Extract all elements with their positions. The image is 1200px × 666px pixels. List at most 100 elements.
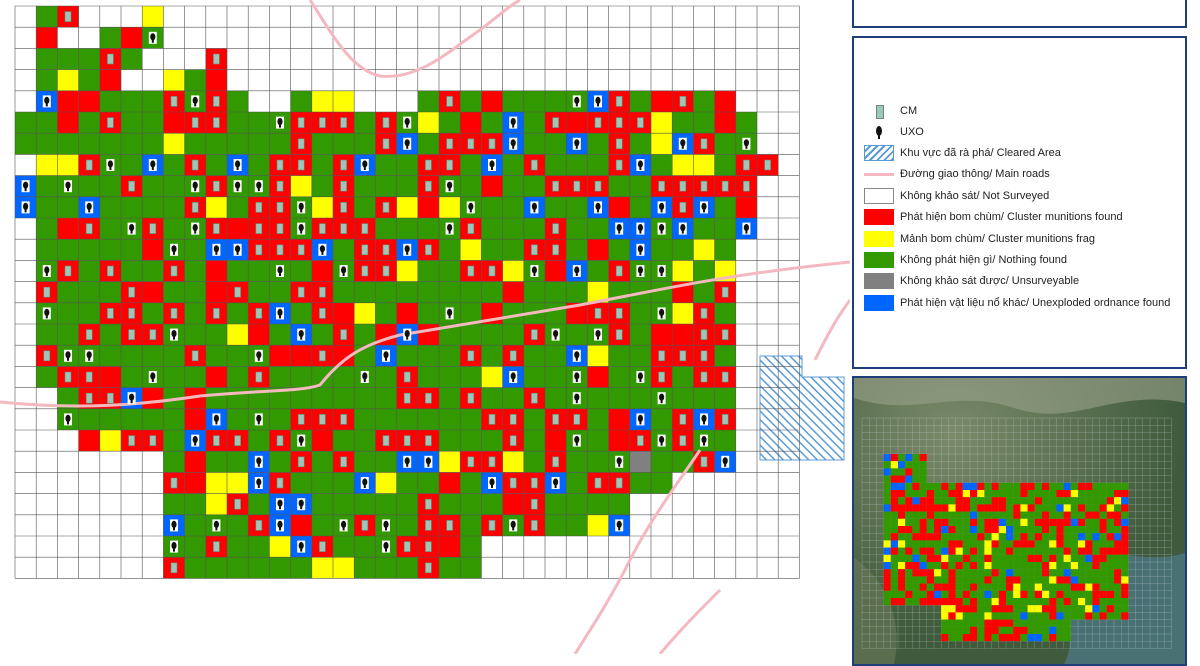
survey-cell: [354, 493, 376, 515]
survey-cell: [142, 345, 164, 367]
survey-cell: [693, 239, 715, 261]
inset-cell: [1063, 547, 1071, 555]
uxo-icon: [254, 413, 263, 426]
inset-cell: [1049, 562, 1057, 570]
inset-cell: [1020, 569, 1028, 577]
survey-cell: [587, 218, 609, 240]
uxo-icon: [742, 222, 751, 235]
inset-cell: [1013, 497, 1021, 505]
inset-cell: [905, 576, 913, 584]
inset-cell: [1020, 518, 1028, 526]
inset-cell: [1085, 562, 1093, 570]
inset-cell: [984, 504, 992, 512]
survey-cell: [587, 260, 609, 282]
cm-icon: [425, 392, 432, 404]
inset-cell: [1085, 576, 1093, 584]
survey-cell: [629, 451, 651, 473]
inset-cell: [898, 526, 906, 534]
survey-cell: [354, 451, 376, 473]
cm-icon: [128, 329, 135, 340]
inset-cell: [998, 619, 1006, 627]
inset-cell: [1078, 612, 1086, 620]
inset-cell: [977, 497, 985, 505]
uxo-icon: [678, 137, 687, 150]
uxo-icon: [403, 455, 412, 468]
inset-cell: [1063, 598, 1071, 606]
inset-cell: [1020, 533, 1028, 541]
survey-cell: [439, 260, 461, 282]
inset-cell: [919, 554, 927, 562]
cm-icon: [319, 308, 326, 319]
inset-cell: [998, 518, 1006, 526]
survey-cell: [396, 218, 418, 240]
inset-cell: [1034, 518, 1042, 526]
survey-cell: [587, 366, 609, 388]
inset-cell: [948, 533, 956, 541]
survey-cell: [78, 239, 100, 261]
inset-cell: [919, 583, 927, 591]
cm-icon: [297, 456, 305, 468]
uxo-icon: [64, 180, 72, 193]
cleared-area-polygon: [759, 355, 845, 461]
inset-cell: [1070, 598, 1078, 606]
survey-grid-map[interactable]: [0, 0, 850, 654]
survey-cell: [163, 133, 185, 155]
inset-cell: [1034, 511, 1042, 519]
cm-icon: [615, 117, 623, 128]
cm-icon: [276, 202, 284, 213]
inset-cell: [898, 583, 906, 591]
inset-cell: [955, 619, 963, 627]
inset-cell: [934, 504, 942, 512]
survey-cell: [248, 324, 270, 346]
survey-cell: [672, 366, 694, 388]
inset-cell: [1020, 605, 1028, 613]
inset-cell: [1106, 490, 1114, 498]
inset-cell: [1013, 511, 1021, 519]
inset-cell: [1056, 583, 1064, 591]
survey-cell: [36, 218, 58, 240]
inset-cell: [926, 598, 934, 606]
inset-cell: [1006, 482, 1014, 490]
survey-cell: [78, 69, 100, 91]
inset-cell: [1049, 583, 1057, 591]
inset-cell: [1027, 598, 1035, 606]
cm-icon: [721, 286, 729, 298]
inset-cell: [919, 518, 927, 526]
inset-cell: [890, 511, 898, 519]
survey-cell: [629, 387, 651, 409]
survey-cell: [57, 196, 79, 218]
inset-cell: [1114, 504, 1122, 512]
survey-cell: [36, 133, 58, 155]
inset-cell: [919, 482, 927, 490]
survey-cell: [121, 112, 143, 134]
inset-cell: [1099, 540, 1107, 548]
inset-cell: [984, 619, 992, 627]
uxo-icon: [233, 159, 242, 171]
inset-cell: [977, 511, 985, 519]
cm-icon: [446, 159, 453, 171]
survey-cell: [396, 472, 418, 494]
cm-icon: [319, 286, 326, 298]
inset-cell: [912, 511, 920, 519]
inset-cell: [1114, 490, 1122, 498]
inset-cell: [890, 554, 898, 562]
inset-cell: [970, 590, 978, 598]
survey-cell: [78, 175, 100, 197]
survey-cell: [545, 302, 567, 324]
survey-cell: [566, 324, 588, 346]
inset-cell: [898, 461, 906, 469]
survey-cell: [78, 302, 100, 324]
cm-icon: [297, 244, 305, 256]
inset-cell: [1099, 526, 1107, 534]
inset-cell: [1056, 590, 1064, 598]
uxo-icon: [170, 328, 178, 341]
survey-cell: [205, 345, 227, 367]
cm-icon: [255, 202, 263, 213]
inset-cell: [1013, 605, 1021, 613]
inset-cell: [926, 511, 934, 519]
inset-cell: [970, 554, 978, 562]
inset-cell: [1056, 533, 1064, 541]
cm-icon: [552, 414, 559, 425]
survey-cell: [460, 472, 482, 494]
inset-satellite-map[interactable]: [852, 376, 1187, 666]
